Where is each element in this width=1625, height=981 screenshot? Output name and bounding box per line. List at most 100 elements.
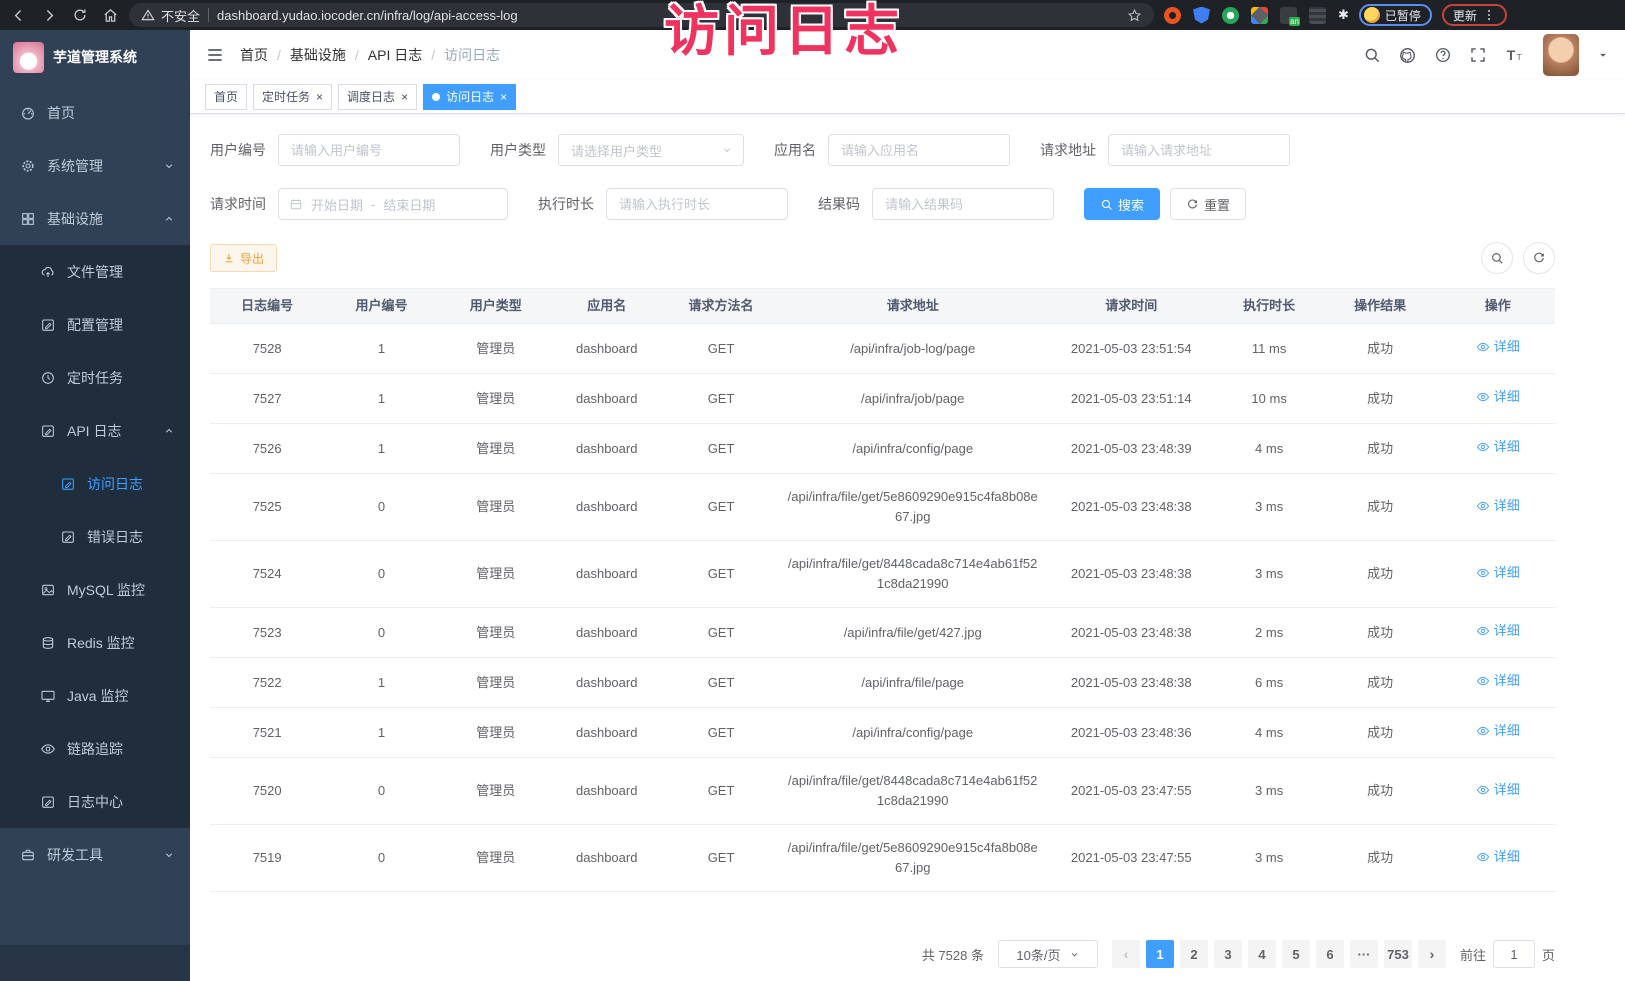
duration-label: 执行时长: [538, 194, 606, 214]
sidebar-item-infra[interactable]: 基础设施: [0, 192, 190, 245]
extension-icon-orange[interactable]: [1164, 7, 1181, 24]
pager-page-3[interactable]: 3: [1214, 940, 1242, 968]
search-button[interactable]: 搜索: [1084, 188, 1160, 220]
github-icon[interactable]: [1398, 46, 1417, 65]
font-size-icon[interactable]: [1504, 45, 1526, 65]
browser-update-button[interactable]: 更新: [1442, 4, 1507, 26]
sidebar-item-config-manage[interactable]: 配置管理: [0, 298, 190, 351]
hamburger-icon[interactable]: [205, 45, 225, 65]
pager-more[interactable]: ···: [1350, 940, 1378, 968]
edit-icon: [40, 794, 56, 810]
tab-schedule-log[interactable]: 调度日志 ×: [338, 84, 417, 110]
tab-access-log[interactable]: 访问日志 ×: [423, 84, 516, 110]
sidebar-item-trace[interactable]: 链路追踪: [0, 722, 190, 775]
cell-method: GET: [661, 424, 782, 474]
close-icon[interactable]: ×: [316, 91, 323, 103]
pager-page-1[interactable]: 1: [1146, 940, 1174, 968]
browser-forward-icon[interactable]: [41, 7, 58, 24]
export-button[interactable]: 导出: [210, 244, 277, 272]
pagination: 共 7528 条 10条/页 ‹ 123456···753 › 前往 页: [210, 940, 1555, 968]
browser-toolbar: 不安全 dashboard.yudao.iocoder.cn/infra/log…: [0, 0, 1625, 30]
caret-down-icon[interactable]: [1596, 48, 1610, 62]
sidebar-logo[interactable]: 芋道管理系统: [0, 30, 190, 84]
detail-link[interactable]: 详细: [1476, 847, 1520, 867]
sidebar-item-api-log[interactable]: API 日志: [0, 404, 190, 457]
request-url-input[interactable]: [1108, 134, 1290, 166]
detail-link[interactable]: 详细: [1476, 721, 1520, 741]
tab-scheduled-job[interactable]: 定时任务 ×: [253, 84, 332, 110]
pager-page-6[interactable]: 6: [1316, 940, 1344, 968]
address-bar[interactable]: 不安全 dashboard.yudao.iocoder.cn/infra/log…: [129, 3, 1154, 27]
pager-page-5[interactable]: 5: [1282, 940, 1310, 968]
pager-page-753[interactable]: 753: [1384, 940, 1412, 968]
date-range-picker[interactable]: 开始日期 - 结束日期: [278, 188, 508, 220]
user-avatar[interactable]: [1543, 34, 1579, 76]
duration-input[interactable]: [606, 188, 788, 220]
extension-icon-green[interactable]: [1222, 7, 1239, 24]
cell-user-type: 管理员: [439, 474, 553, 541]
breadcrumb-item[interactable]: 基础设施: [290, 45, 346, 65]
breadcrumb-item[interactable]: API 日志: [368, 45, 422, 65]
sidebar-item-error-log[interactable]: 错误日志: [0, 510, 190, 563]
close-icon[interactable]: ×: [500, 91, 507, 103]
pager-page-4[interactable]: 4: [1248, 940, 1276, 968]
detail-link[interactable]: 详细: [1476, 621, 1520, 641]
breadcrumb-item[interactable]: 首页: [240, 45, 268, 65]
sidebar-item-home[interactable]: 首页: [0, 86, 190, 139]
sidebar-item-system[interactable]: 系统管理: [0, 139, 190, 192]
toggle-search-button[interactable]: [1481, 242, 1513, 274]
detail-link[interactable]: 详细: [1476, 671, 1520, 691]
detail-link[interactable]: 详细: [1476, 387, 1520, 407]
user-id-input[interactable]: [278, 134, 460, 166]
search-icon[interactable]: [1363, 46, 1381, 64]
sidebar-item-label: 配置管理: [67, 315, 123, 335]
pager-prev[interactable]: ‹: [1112, 940, 1140, 968]
extensions-pin-icon[interactable]: ✱: [1338, 7, 1349, 23]
tab-label: 访问日志: [446, 88, 494, 105]
detail-link[interactable]: 详细: [1476, 496, 1520, 516]
extension-icon-shield[interactable]: [1193, 7, 1210, 24]
tab-home[interactable]: 首页: [205, 84, 247, 110]
cell-result: 成功: [1320, 758, 1441, 825]
browser-reload-icon[interactable]: [72, 7, 88, 23]
help-icon[interactable]: [1434, 46, 1452, 64]
detail-link[interactable]: 详细: [1476, 437, 1520, 457]
extension-icon-dark[interactable]: [1309, 7, 1326, 24]
detail-link[interactable]: 详细: [1476, 780, 1520, 800]
sidebar-item-mysql-monitor[interactable]: MySQL 监控: [0, 563, 190, 616]
sidebar: 芋道管理系统 首页 系统管理 基础设施 文件管理: [0, 30, 190, 981]
browser-profile-chip[interactable]: 已暂停: [1359, 4, 1432, 26]
browser-menu-icon[interactable]: [1482, 8, 1496, 22]
sidebar-item-access-log[interactable]: 访问日志: [0, 457, 190, 510]
extension-icon-an[interactable]: [1280, 7, 1297, 24]
cell-method: GET: [661, 758, 782, 825]
close-icon[interactable]: ×: [401, 91, 408, 103]
refresh-table-button[interactable]: [1523, 242, 1555, 274]
reset-button[interactable]: 重置: [1170, 188, 1246, 220]
fullscreen-icon[interactable]: [1469, 46, 1487, 64]
sidebar-item-log-center[interactable]: 日志中心: [0, 775, 190, 828]
user-type-select[interactable]: 请选择用户类型: [558, 134, 744, 166]
cell-url: /api/infra/config/page: [782, 424, 1044, 474]
app-name-input[interactable]: [828, 134, 1010, 166]
browser-home-icon[interactable]: [102, 7, 119, 24]
detail-link[interactable]: 详细: [1476, 563, 1520, 583]
detail-link[interactable]: 详细: [1476, 337, 1520, 357]
chevron-down-icon: [1069, 949, 1080, 960]
sidebar-item-scheduled-job[interactable]: 定时任务: [0, 351, 190, 404]
page-size-select[interactable]: 10条/页: [998, 940, 1098, 968]
col-log-id: 日志编号: [210, 289, 324, 324]
sidebar-item-dev-tools[interactable]: 研发工具: [0, 828, 190, 881]
browser-back-icon[interactable]: [10, 7, 27, 24]
sidebar-item-java-monitor[interactable]: Java 监控: [0, 669, 190, 722]
pager-next[interactable]: ›: [1418, 940, 1446, 968]
goto-page-input[interactable]: [1493, 940, 1535, 968]
pager-page-2[interactable]: 2: [1180, 940, 1208, 968]
bookmark-star-icon[interactable]: [1127, 8, 1142, 23]
sidebar-item-redis-monitor[interactable]: Redis 监控: [0, 616, 190, 669]
security-indicator[interactable]: 不安全: [141, 6, 200, 25]
sidebar-item-file-manage[interactable]: 文件管理: [0, 245, 190, 298]
extension-icon-grid[interactable]: [1251, 7, 1268, 24]
result-code-input[interactable]: [872, 188, 1054, 220]
table-row: 75221管理员dashboardGET/api/infra/file/page…: [210, 658, 1555, 708]
